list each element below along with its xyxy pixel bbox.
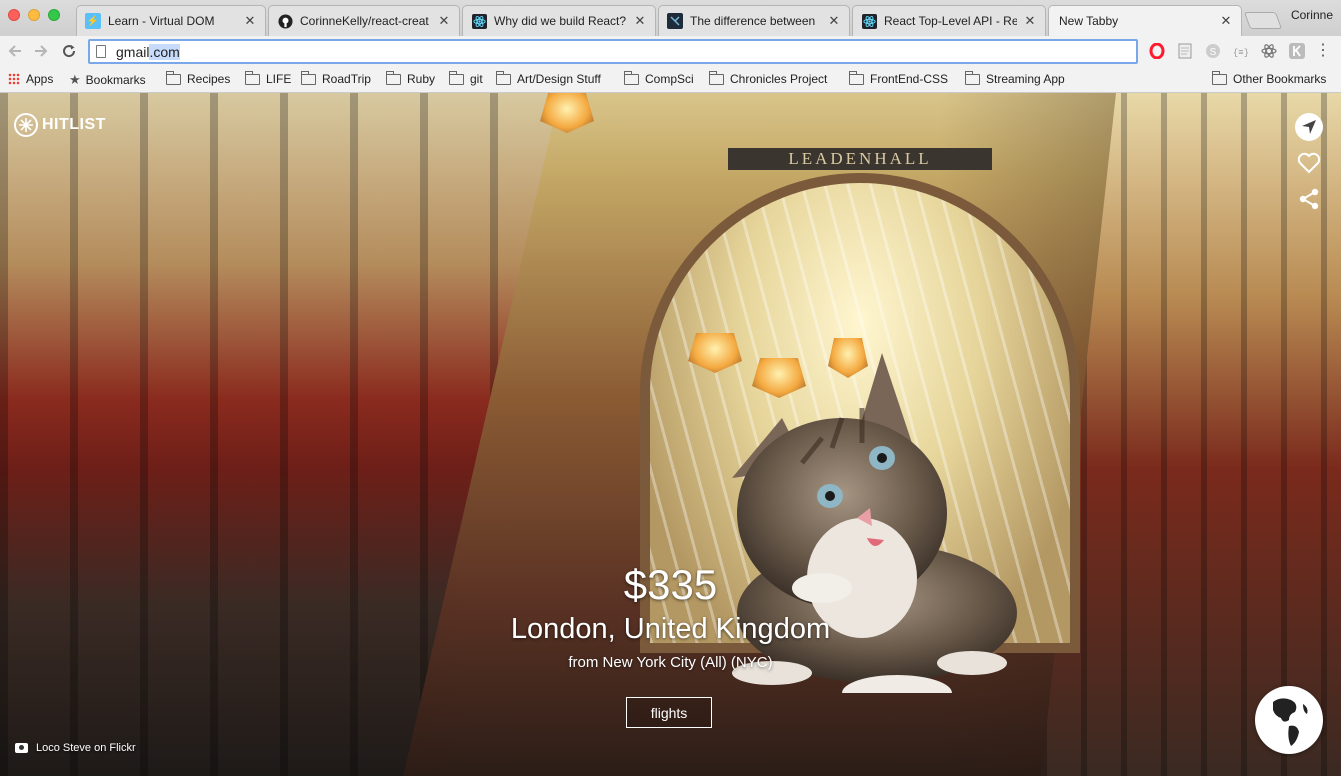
side-actions — [1295, 113, 1323, 221]
bookmark-folder[interactable]: CompSci — [624, 70, 694, 86]
bookmark-folder[interactable]: Streaming App — [965, 70, 1065, 86]
bookmark-folder[interactable]: Recipes — [166, 70, 230, 86]
apps-grid-icon — [8, 73, 20, 85]
bookmark-other[interactable]: Other Bookmarks — [1212, 70, 1326, 86]
new-tab-button[interactable] — [1243, 12, 1283, 29]
bookmark-folder[interactable]: git — [449, 70, 483, 86]
extension-k-icon[interactable] — [1289, 43, 1305, 59]
bookmark-folder[interactable]: Ruby — [386, 70, 435, 86]
navigation-arrow-icon — [1302, 120, 1316, 134]
profile-button[interactable]: Corinne — [1291, 8, 1333, 22]
svg-text:{≡}: {≡} — [1233, 48, 1249, 58]
hitlist-logo[interactable]: HITLIST — [14, 113, 106, 137]
tab-title: The difference between — [690, 14, 816, 28]
tab-strip: ⚡ Learn - Virtual DOM ✕ CorinneKelly/rea… — [0, 0, 1341, 36]
folder-icon — [709, 70, 724, 85]
folder-icon — [449, 70, 464, 85]
location-button[interactable] — [1295, 113, 1323, 141]
tab-title: Why did we build React? — [494, 14, 627, 28]
forward-button[interactable] — [30, 40, 52, 62]
reload-button[interactable] — [58, 40, 80, 62]
bookmark-folder[interactable]: Art/Design Stuff — [496, 70, 601, 86]
background-photo-left — [0, 93, 560, 776]
document-icon[interactable] — [1177, 43, 1193, 59]
url-text[interactable]: gmail.com — [116, 43, 180, 60]
folder-icon — [965, 70, 980, 85]
bookmark-apps[interactable]: Apps — [8, 72, 53, 86]
close-tab-icon[interactable]: ✕ — [1219, 13, 1233, 29]
bookmark-folder[interactable]: Chronicles Project — [709, 70, 827, 86]
folder-icon — [301, 70, 316, 85]
folder-icon — [496, 70, 511, 85]
page-icon — [96, 45, 106, 58]
close-tab-icon[interactable]: ✕ — [243, 13, 257, 29]
browser-menu-button[interactable]: ⋮ — [1315, 42, 1331, 60]
heart-icon — [1297, 152, 1321, 174]
reload-icon — [63, 45, 76, 58]
bookmark-folder[interactable]: FrontEnd-CSS — [849, 70, 948, 86]
tab-github[interactable]: CorinneKelly/react-creat ✕ — [268, 5, 460, 36]
bookmark-folder[interactable]: RoadTrip — [301, 70, 371, 86]
tab-title: Learn - Virtual DOM — [108, 14, 215, 28]
arrow-left-icon — [8, 45, 21, 57]
photo-credit[interactable]: Loco Steve on Flickr — [15, 742, 136, 754]
tab-learn-virtual-dom[interactable]: ⚡ Learn - Virtual DOM ✕ — [76, 5, 266, 36]
star-icon: ★ — [69, 72, 81, 87]
folder-icon — [386, 70, 401, 85]
market-sign: LEADENHALL — [728, 148, 992, 170]
address-bar[interactable]: gmail.com — [88, 39, 1138, 64]
bookmark-bookmarks[interactable]: ★ Bookmarks — [69, 72, 146, 88]
browser-toolbar: gmail.com S {≡} ⋮ — [0, 36, 1341, 67]
bolt-icon: ⚡ — [85, 13, 101, 29]
close-window-button[interactable] — [8, 9, 20, 21]
bookmarks-bar: Apps ★ Bookmarks Recipes LIFE RoadTrip R… — [0, 67, 1341, 93]
react-icon — [861, 13, 877, 29]
globe-icon — [1261, 692, 1317, 748]
minimize-window-button[interactable] — [28, 9, 40, 21]
folder-icon — [849, 70, 864, 85]
json-formatter-icon[interactable]: {≡} — [1233, 43, 1249, 59]
tab-title: New Tabby — [1059, 14, 1119, 28]
bookmark-folder[interactable]: LIFE — [245, 70, 291, 86]
tab-title: React Top-Level API - Re — [884, 14, 1017, 28]
flights-button[interactable]: flights — [626, 697, 712, 728]
destination: London, United Kingdom — [510, 613, 831, 645]
close-tab-icon[interactable]: ✕ — [827, 13, 841, 29]
tab-new-tabby[interactable]: New Tabby ✕ — [1048, 5, 1242, 36]
flight-price: $335 — [623, 561, 718, 608]
folder-icon — [624, 70, 639, 85]
arrow-right-icon — [35, 45, 48, 57]
close-tab-icon[interactable]: ✕ — [1023, 13, 1037, 29]
camera-icon — [15, 743, 28, 753]
hitlist-logo-icon — [14, 113, 38, 137]
folder-icon — [1212, 70, 1227, 85]
svg-text:S: S — [1210, 47, 1217, 58]
new-tab-page: LEADENHALL HITLIST $335 London, United K… — [0, 93, 1341, 776]
react-devtools-icon[interactable] — [1261, 43, 1277, 59]
tab-title: CorinneKelly/react-creat — [300, 14, 429, 28]
tab-why-react[interactable]: Why did we build React? ✕ — [462, 5, 656, 36]
globe-button[interactable] — [1255, 686, 1323, 754]
tab-react-api[interactable]: React Top-Level API - Re ✕ — [852, 5, 1046, 36]
github-icon — [277, 13, 293, 29]
codeschool-icon — [667, 13, 683, 29]
folder-icon — [245, 70, 260, 85]
favorite-button[interactable] — [1295, 149, 1323, 177]
folder-icon — [166, 70, 181, 85]
tab-difference-between[interactable]: The difference between ✕ — [658, 5, 850, 36]
share-button[interactable] — [1295, 185, 1323, 213]
skype-icon[interactable]: S — [1205, 43, 1221, 59]
close-tab-icon[interactable]: ✕ — [633, 13, 647, 29]
zoom-window-button[interactable] — [48, 9, 60, 21]
react-icon — [471, 13, 487, 29]
opera-icon[interactable] — [1149, 43, 1165, 59]
share-icon — [1299, 188, 1319, 210]
close-tab-icon[interactable]: ✕ — [437, 13, 451, 29]
back-button[interactable] — [4, 40, 26, 62]
origin: from New York City (All) (NYC) — [568, 654, 773, 671]
